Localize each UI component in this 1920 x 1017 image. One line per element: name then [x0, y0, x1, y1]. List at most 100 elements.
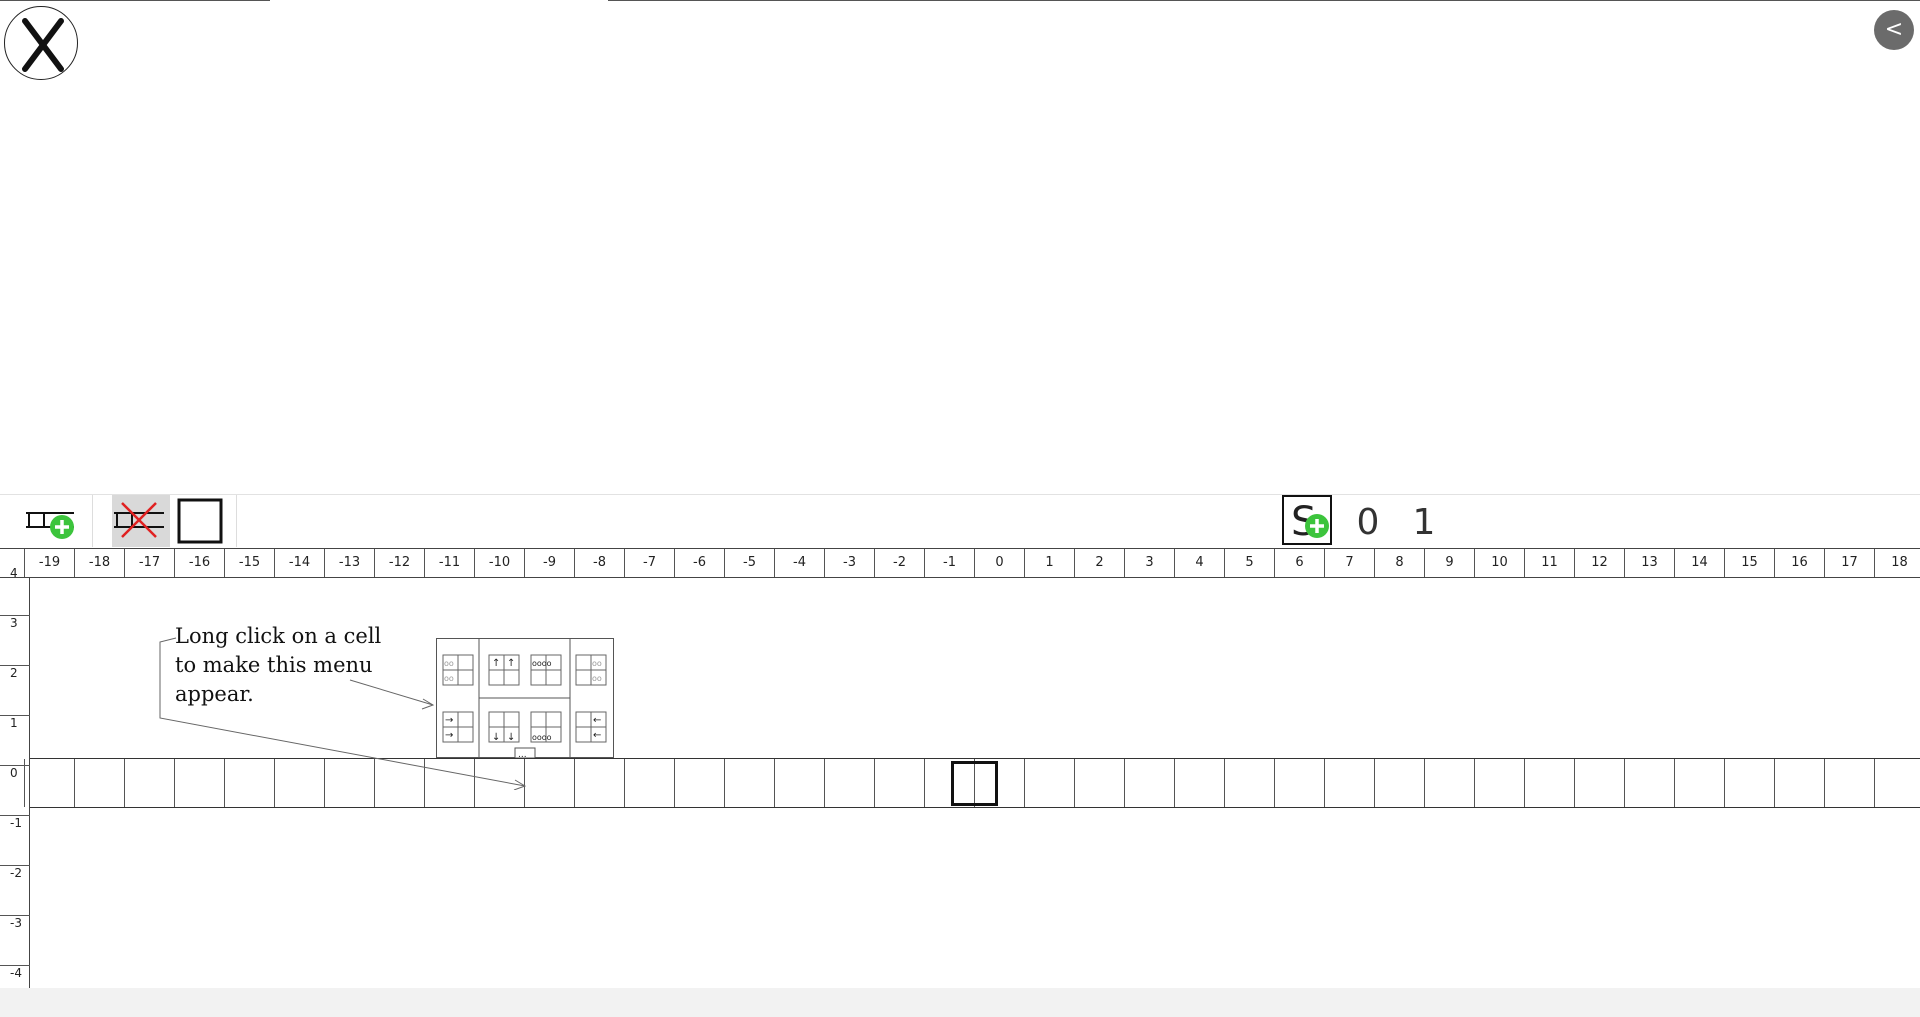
tape-cell[interactable] [1124, 759, 1174, 807]
tape-cell[interactable] [824, 759, 874, 807]
svg-text:oo: oo [444, 674, 454, 683]
tape-cell[interactable] [1024, 759, 1074, 807]
column-label: 2 [1074, 549, 1124, 577]
toolbar: S 0 1 [0, 494, 1920, 547]
add-symbol-button[interactable]: S [1282, 495, 1332, 545]
toolbar-separator [92, 495, 93, 547]
add-symbol-icon: S [1282, 495, 1332, 545]
tape-cell[interactable] [1324, 759, 1374, 807]
tape-cell[interactable] [1224, 759, 1274, 807]
back-button[interactable]: < [1874, 10, 1914, 50]
tape-cell[interactable] [1274, 759, 1324, 807]
delete-tape-icon [114, 502, 164, 538]
tape-cell[interactable] [1074, 759, 1124, 807]
state-label-0[interactable]: 0 [1346, 505, 1390, 541]
column-label: -7 [624, 549, 674, 577]
menu-insert-up-icon[interactable]: oooo [530, 654, 562, 686]
column-label: -10 [474, 549, 524, 577]
add-tape-button[interactable] [22, 495, 78, 547]
tape-head[interactable] [951, 761, 998, 806]
svg-text:↑: ↑ [507, 658, 515, 669]
menu-move-right-icon[interactable]: →→ [442, 711, 474, 743]
column-label: -1 [924, 549, 974, 577]
toolbar-separator [236, 495, 237, 547]
svg-text:←: ← [593, 730, 601, 741]
column-label: -4 [774, 549, 824, 577]
column-label: 1 [1024, 549, 1074, 577]
column-label: 18 [1874, 549, 1920, 577]
column-label: -19 [24, 549, 74, 577]
tape-cell[interactable] [1374, 759, 1424, 807]
tape-cell[interactable] [74, 759, 124, 807]
tape-cell[interactable] [1774, 759, 1824, 807]
svg-text:oo: oo [592, 674, 602, 683]
tape-cell[interactable] [724, 759, 774, 807]
blank-cell-icon [177, 498, 223, 544]
column-label: -8 [574, 549, 624, 577]
menu-move-left-icon[interactable]: ←← [575, 711, 607, 743]
column-label: 6 [1274, 549, 1324, 577]
tape-cell[interactable] [574, 759, 624, 807]
tape-cell[interactable] [774, 759, 824, 807]
column-label: 5 [1224, 549, 1274, 577]
column-label: -16 [174, 549, 224, 577]
tape-cell[interactable] [624, 759, 674, 807]
column-label: 16 [1774, 549, 1824, 577]
state-label-1[interactable]: 1 [1402, 505, 1446, 541]
footer-bar [0, 988, 1920, 1017]
blank-symbol-button[interactable] [176, 495, 224, 547]
column-label: 4 [1174, 549, 1224, 577]
tape-cell[interactable] [1724, 759, 1774, 807]
column-label: 0 [974, 549, 1024, 577]
row-label: -1 [0, 816, 30, 866]
tape-cell[interactable] [1424, 759, 1474, 807]
add-tape-icon [26, 512, 74, 539]
row-label: 3 [0, 616, 30, 666]
svg-text:↓: ↓ [507, 732, 515, 743]
column-label: -11 [424, 549, 474, 577]
svg-text:→: → [445, 730, 453, 741]
tape-cell[interactable] [874, 759, 924, 807]
menu-insert-left-icon[interactable]: oo oo [442, 654, 474, 686]
column-label: 13 [1624, 549, 1674, 577]
column-label: 17 [1824, 549, 1874, 577]
cell-context-menu: oo oo ↑ ↑ oooo oo oo → → ↓ ↓ oooo ← ← ..… [436, 638, 614, 760]
column-label: -3 [824, 549, 874, 577]
tape-cell[interactable] [1824, 759, 1874, 807]
column-label: -2 [874, 549, 924, 577]
column-ruler: -19 -18 -17 -16 -15 -14 -13 -12 -11 -10 -9 -8 -7 -6 -5… [0, 548, 1920, 578]
menu-insert-right-icon[interactable]: oo oo [575, 654, 607, 686]
svg-text:oooo: oooo [532, 659, 552, 668]
svg-text:↓: ↓ [492, 732, 500, 743]
tape-cell[interactable] [24, 759, 74, 807]
menu-move-down-icon[interactable]: ↓ ↓ [488, 711, 520, 743]
menu-more-label: ... [518, 750, 527, 758]
svg-text:←: ← [593, 715, 601, 726]
column-label: -9 [524, 549, 574, 577]
svg-text:oooo: oooo [532, 733, 552, 742]
tape-cell[interactable] [1474, 759, 1524, 807]
menu-insert-down-icon[interactable]: oooo [530, 711, 562, 743]
tape-cell[interactable] [1574, 759, 1624, 807]
column-label: -12 [374, 549, 424, 577]
svg-text:oo: oo [444, 659, 454, 668]
row-label: -2 [0, 866, 30, 916]
close-button[interactable] [4, 6, 78, 80]
svg-text:→: → [445, 715, 453, 726]
svg-text:↑: ↑ [492, 658, 500, 669]
column-label: -6 [674, 549, 724, 577]
menu-move-up-icon[interactable]: ↑ ↑ [488, 654, 520, 686]
column-label: 11 [1524, 549, 1574, 577]
delete-tape-button[interactable] [112, 495, 170, 547]
row-label: 2 [0, 666, 30, 716]
tape-cell[interactable] [674, 759, 724, 807]
tape-cell[interactable] [1524, 759, 1574, 807]
svg-text:oo: oo [592, 659, 602, 668]
tape-cell[interactable] [1874, 759, 1920, 807]
column-label: -15 [224, 549, 274, 577]
tape-cell[interactable] [1174, 759, 1224, 807]
tape-cell[interactable] [1674, 759, 1724, 807]
tape-cell[interactable] [1624, 759, 1674, 807]
top-divider-right [608, 0, 1920, 1]
top-divider-left [0, 0, 270, 1]
